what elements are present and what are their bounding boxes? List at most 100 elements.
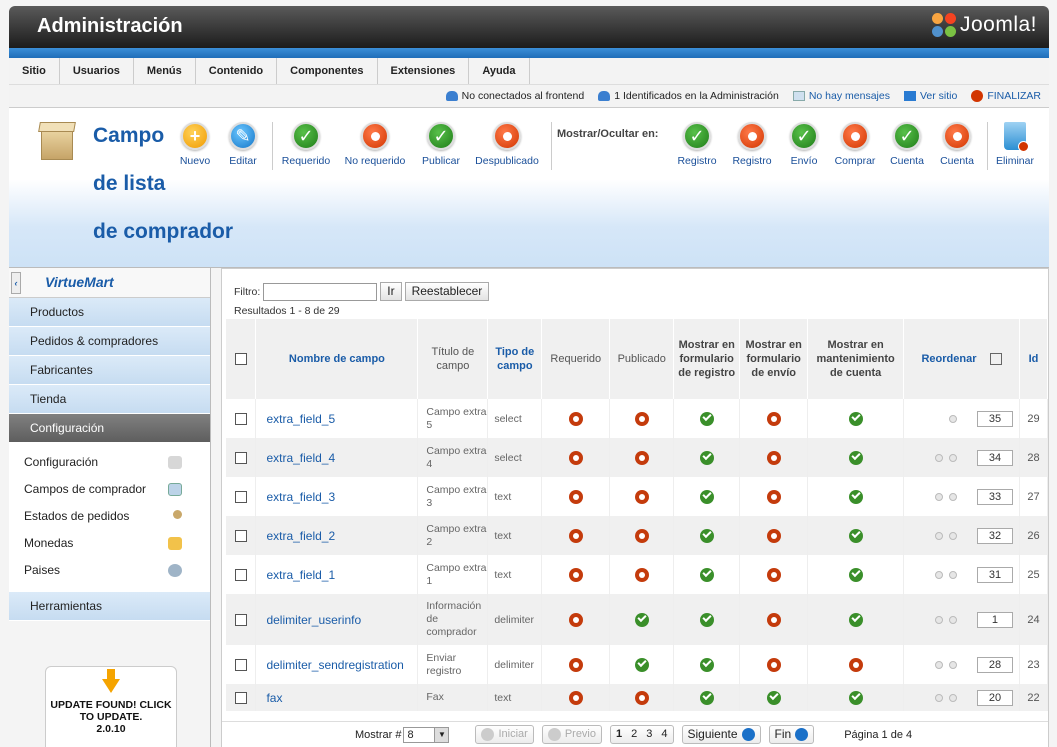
update-notice[interactable]: UPDATE FOUND! CLICK TO UPDATE. 2.0.10 xyxy=(45,666,177,747)
frontend-status[interactable]: No conectados al frontend xyxy=(445,90,584,102)
order-input[interactable]: 33 xyxy=(976,488,1013,505)
select-all-checkbox[interactable] xyxy=(234,353,247,366)
row-checkbox[interactable] xyxy=(234,529,247,542)
move-up-icon[interactable] xyxy=(934,693,943,702)
publish-button[interactable]: ✓ Publicar xyxy=(419,122,463,167)
move-down-icon[interactable] xyxy=(948,660,957,669)
page-3[interactable]: 3 xyxy=(646,726,652,743)
limit-select[interactable]: 8 ▼ xyxy=(403,726,450,743)
order-input[interactable]: 35 xyxy=(976,410,1013,427)
account-off-icon[interactable] xyxy=(848,657,863,672)
register-on-icon[interactable] xyxy=(699,657,714,672)
sidebar-item-pedidos[interactable]: Pedidos & compradores xyxy=(9,327,210,356)
row-checkbox[interactable] xyxy=(234,412,247,425)
required-off-icon[interactable] xyxy=(568,489,583,504)
collapse-sidebar-icon[interactable]: ‹ xyxy=(11,272,21,294)
new-button[interactable]: + Nuevo xyxy=(179,122,211,167)
shipping-off-icon[interactable] xyxy=(766,528,781,543)
admin-status[interactable]: 1 Identificados en la Administración xyxy=(598,90,779,102)
last-page-button[interactable]: Fin xyxy=(768,725,815,744)
sidebar-item-fabricantes[interactable]: Fabricantes xyxy=(9,356,210,385)
required-off-icon[interactable] xyxy=(568,411,583,426)
order-input[interactable]: 1 xyxy=(976,611,1013,628)
sidebar-item-tienda[interactable]: Tienda xyxy=(9,385,210,414)
reorder-link[interactable]: Reordenar xyxy=(921,353,976,365)
account-on-icon[interactable] xyxy=(848,612,863,627)
page-2[interactable]: 2 xyxy=(631,726,637,743)
field-name-link[interactable]: extra_field_1 xyxy=(255,555,419,594)
move-down-icon[interactable] xyxy=(948,414,957,423)
save-order-icon[interactable] xyxy=(989,353,1002,366)
field-name-link[interactable]: extra_field_2 xyxy=(255,516,419,555)
move-up-icon[interactable] xyxy=(934,453,943,462)
order-input[interactable]: 20 xyxy=(976,689,1013,706)
col-type[interactable]: Tipo de campo xyxy=(487,319,543,399)
joomla-logo[interactable]: Joomla! xyxy=(931,13,1037,37)
move-down-icon[interactable] xyxy=(948,453,957,462)
field-name-link[interactable]: extra_field_5 xyxy=(255,399,419,438)
col-id[interactable]: Id xyxy=(1019,319,1049,399)
row-checkbox[interactable] xyxy=(234,691,247,704)
sidebar-item-configuracion[interactable]: Configuración xyxy=(9,414,210,443)
register-on-icon[interactable] xyxy=(699,690,714,705)
show-account-button[interactable]: ✓ Cuenta xyxy=(887,122,927,167)
shipping-off-icon[interactable] xyxy=(766,450,781,465)
row-checkbox[interactable] xyxy=(234,613,247,626)
published-on-icon[interactable] xyxy=(634,612,649,627)
filter-input[interactable] xyxy=(263,282,378,301)
required-off-icon[interactable] xyxy=(568,567,583,582)
field-name-link[interactable]: extra_field_3 xyxy=(255,477,419,516)
show-shipping-button[interactable]: ✓ Envío xyxy=(787,122,821,167)
show-register-button[interactable]: ✓ Registro xyxy=(674,122,720,167)
published-off-icon[interactable] xyxy=(634,411,649,426)
menu-sitio[interactable]: Sitio xyxy=(9,58,60,84)
next-page-button[interactable]: Siguiente xyxy=(681,725,761,744)
register-on-icon[interactable] xyxy=(699,567,714,582)
register-on-icon[interactable] xyxy=(699,528,714,543)
account-on-icon[interactable] xyxy=(848,489,863,504)
move-down-icon[interactable] xyxy=(948,615,957,624)
menu-componentes[interactable]: Componentes xyxy=(277,58,378,84)
move-down-icon[interactable] xyxy=(948,570,957,579)
field-name-link[interactable]: extra_field_4 xyxy=(255,438,419,477)
filter-go-button[interactable]: Ir xyxy=(380,282,402,301)
hide-shipping-button[interactable]: Comprar xyxy=(831,122,879,167)
required-off-icon[interactable] xyxy=(568,450,583,465)
required-off-icon[interactable] xyxy=(568,612,583,627)
required-off-icon[interactable] xyxy=(568,528,583,543)
hide-register-button[interactable]: Registro xyxy=(729,122,775,167)
edit-button[interactable]: ✎ Editar xyxy=(227,122,259,167)
row-checkbox[interactable] xyxy=(234,568,247,581)
hide-account-button[interactable]: Cuenta xyxy=(937,122,977,167)
unpublish-button[interactable]: Despublicado xyxy=(473,122,541,167)
menu-contenido[interactable]: Contenido xyxy=(196,58,278,84)
prev-page-button[interactable]: Previo xyxy=(541,725,602,744)
sidebar-item-herramientas[interactable]: Herramientas xyxy=(9,592,210,621)
account-on-icon[interactable] xyxy=(848,450,863,465)
submenu-campos-comprador[interactable]: Campos de comprador xyxy=(9,476,210,503)
move-up-icon[interactable] xyxy=(934,531,943,540)
submenu-configuracion[interactable]: Configuración xyxy=(9,449,210,476)
logout-link[interactable]: FINALIZAR xyxy=(971,90,1041,102)
messages-link[interactable]: No hay mensajes xyxy=(792,90,890,102)
move-up-icon[interactable] xyxy=(934,492,943,501)
move-down-icon[interactable] xyxy=(948,531,957,540)
order-input[interactable]: 34 xyxy=(976,449,1013,466)
shipping-off-icon[interactable] xyxy=(766,612,781,627)
account-on-icon[interactable] xyxy=(848,411,863,426)
field-name-link[interactable]: delimiter_sendregistration xyxy=(255,645,419,684)
menu-extensiones[interactable]: Extensiones xyxy=(378,58,470,84)
register-on-icon[interactable] xyxy=(699,612,714,627)
menu-menus[interactable]: Menús xyxy=(134,58,196,84)
col-name[interactable]: Nombre de campo xyxy=(255,319,419,399)
published-off-icon[interactable] xyxy=(634,489,649,504)
required-off-icon[interactable] xyxy=(568,690,583,705)
shipping-off-icon[interactable] xyxy=(766,657,781,672)
account-on-icon[interactable] xyxy=(848,528,863,543)
menu-ayuda[interactable]: Ayuda xyxy=(469,58,530,84)
order-input[interactable]: 31 xyxy=(976,566,1013,583)
view-site-link[interactable]: Ver sitio xyxy=(903,90,957,102)
shipping-off-icon[interactable] xyxy=(766,567,781,582)
not-required-button[interactable]: No requerido xyxy=(342,122,408,167)
published-off-icon[interactable] xyxy=(634,450,649,465)
